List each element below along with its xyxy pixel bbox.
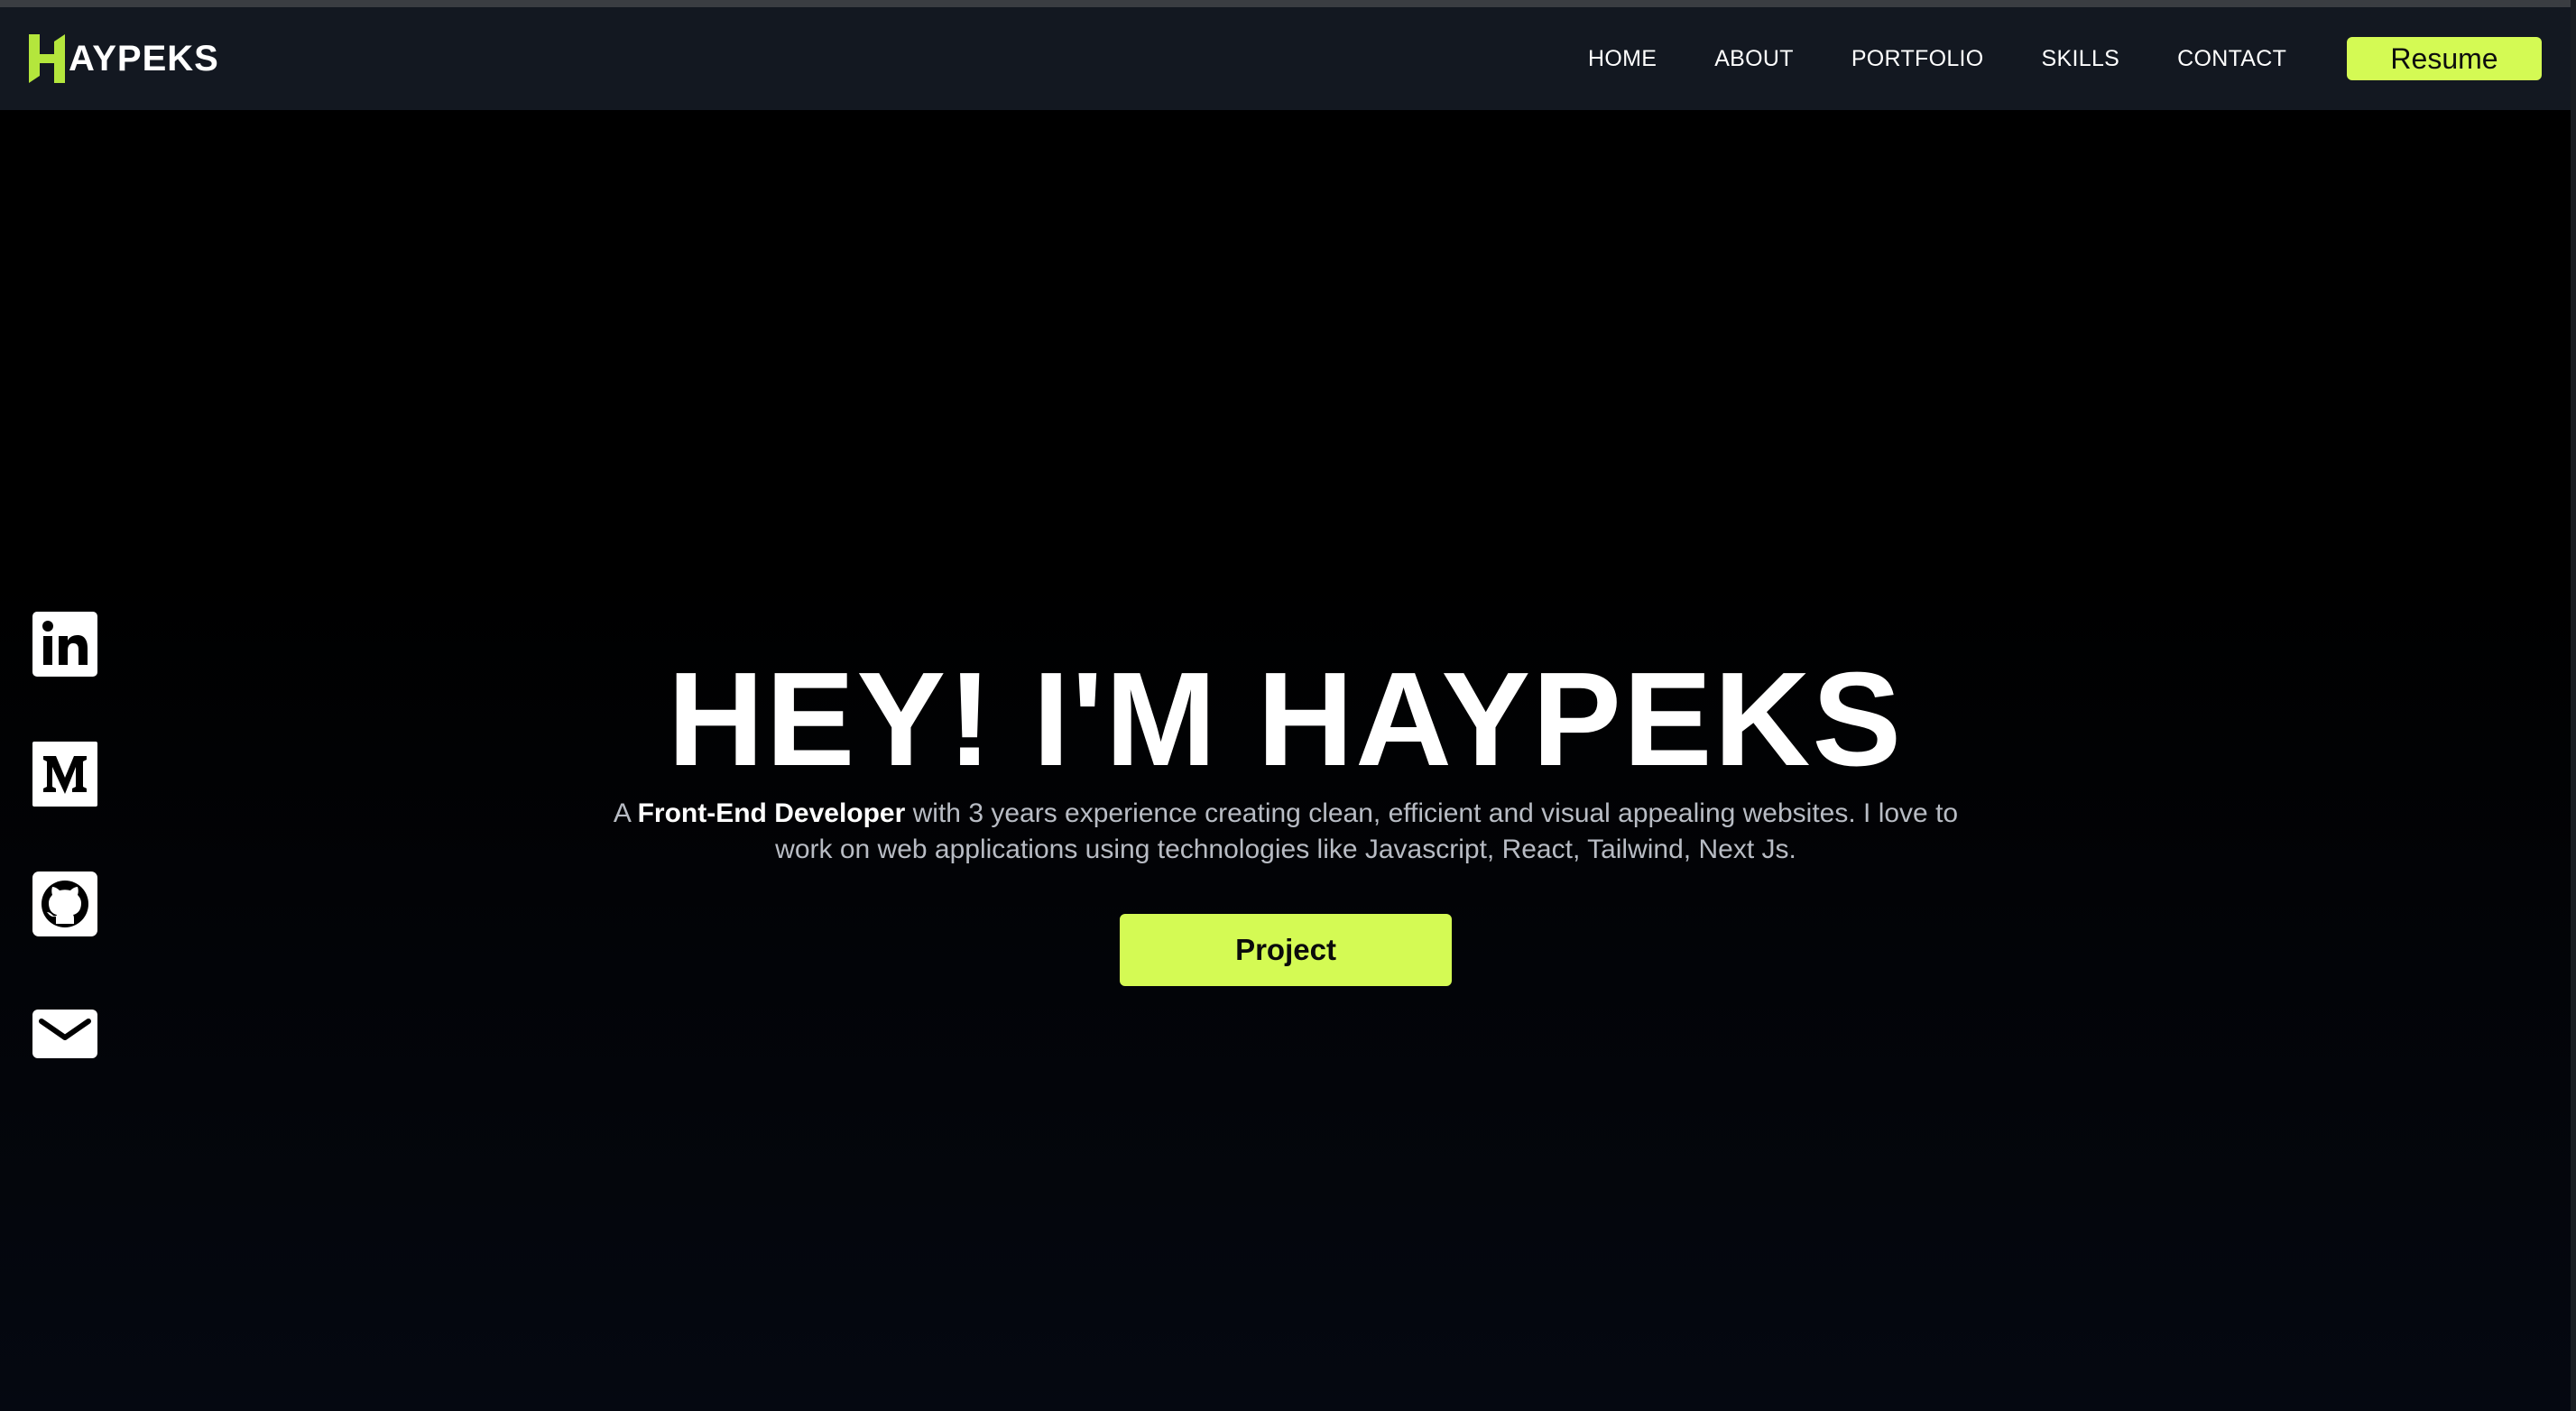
logo-h-mark [29,34,65,83]
description-role: Front-End Developer [637,798,906,828]
email-link[interactable] [32,1001,97,1066]
nav-about[interactable]: ABOUT [1714,46,1794,72]
hero-description: A Front-End Developer with 3 years exper… [596,796,1976,868]
logo-text: AYPEKS [69,38,219,78]
github-icon [32,872,97,936]
resume-button[interactable]: Resume [2347,37,2542,80]
navbar: AYPEKS HOME ABOUT PORTFOLIO SKILLS CONTA… [0,7,2571,110]
description-prefix: A [613,798,638,828]
nav-skills[interactable]: SKILLS [2042,46,2120,72]
hero-title: HEY! I'M HAYPEKS [667,645,1904,794]
hero-section: HEY! I'M HAYPEKS A Front-End Developer w… [0,110,2571,1411]
nav-home[interactable]: HOME [1588,46,1657,72]
mail-icon [32,1010,97,1058]
github-link[interactable] [32,872,97,936]
main-nav: HOME ABOUT PORTFOLIO SKILLS CONTACT [1588,7,2344,110]
nav-portfolio[interactable]: PORTFOLIO [1851,46,1984,72]
description-rest: with 3 years experience creating clean, … [775,798,1959,864]
logo[interactable]: AYPEKS [27,34,219,83]
window-right-edge [2571,0,2576,1411]
browser-top-border [0,0,2576,7]
nav-contact[interactable]: CONTACT [2177,46,2286,72]
project-button[interactable]: Project [1120,914,1452,986]
